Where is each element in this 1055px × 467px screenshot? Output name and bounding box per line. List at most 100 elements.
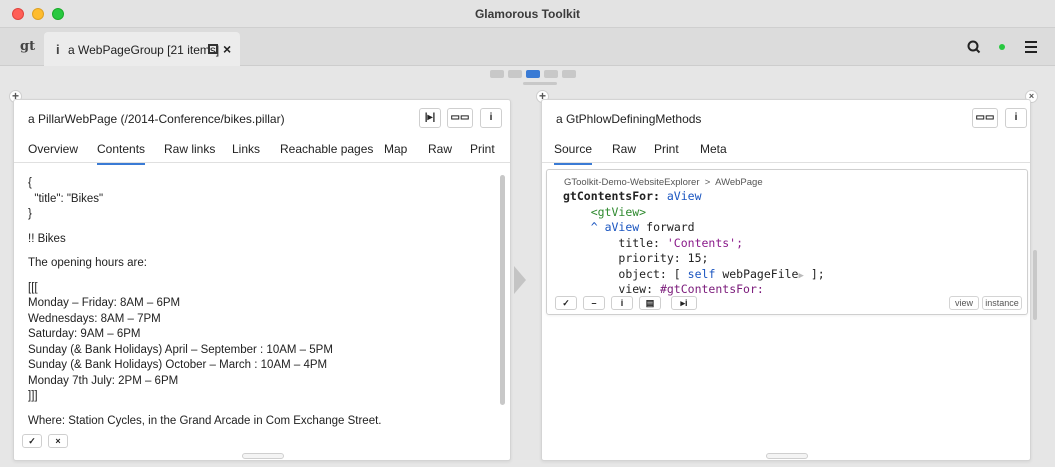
tab-links[interactable]: Links (232, 142, 260, 156)
code-token: ]; (810, 266, 825, 281)
text-line: Wednesdays: 8AM – 7PM (28, 312, 161, 325)
right-pane-tabs: Source Raw Print Meta (542, 135, 1030, 165)
method-breadcrumb[interactable]: GToolkit-Demo-WebsiteExplorer > AWebPage (564, 177, 763, 188)
code-token: forward (646, 220, 695, 234)
text-line: Sunday (& Bank Holidays) April – Septemb… (28, 343, 333, 356)
code-token: ^ (590, 220, 598, 234)
code-token: #gtContentsFor: (659, 282, 764, 296)
text-line: { (28, 177, 32, 189)
tab-meta[interactable]: Meta (700, 142, 727, 156)
left-pane-tabs: Overview Contents Raw links Links Reacha… (14, 135, 510, 165)
right-pane-scrollbar[interactable] (1033, 250, 1037, 320)
code-token: priority: (618, 251, 681, 265)
right-pane-title: a GtPhlowDefiningMethods (556, 112, 702, 126)
text-line: Saturday: 9AM – 6PM (28, 328, 141, 340)
text-line (28, 405, 488, 414)
tab-source[interactable]: Source (554, 142, 593, 165)
code-token: self (687, 266, 716, 281)
text-line: ]]] (28, 390, 38, 402)
status-indicator (999, 44, 1005, 50)
accept-button[interactable]: ✓ (22, 434, 42, 448)
instance-tag[interactable]: instance (982, 296, 1022, 310)
text-line: "title": "Bikes" (28, 192, 104, 205)
text-line: Monday 7th July: 2PM – 6PM (28, 374, 179, 387)
tab-overview[interactable]: Overview (28, 142, 78, 156)
search-icon[interactable] (966, 39, 982, 55)
tab-raw-links[interactable]: Raw links (164, 142, 215, 156)
gt-logo: gt (20, 39, 36, 54)
run-inspect-button[interactable]: ▸i (671, 296, 697, 310)
save-method-button[interactable]: ✓ (555, 296, 577, 310)
right-inspector-pane: a GtPhlowDefiningMethods ▭▭ i Source Raw… (541, 99, 1031, 461)
inspect-method-button[interactable]: i (611, 296, 633, 310)
inspect-button[interactable]: i (1005, 108, 1027, 128)
code-line: priority: 15; (563, 251, 825, 267)
code-token: aView (604, 220, 640, 234)
browse-button[interactable]: ▭▭ (447, 108, 473, 128)
code-token: view: (618, 282, 654, 296)
tab-label: a WebPageGroup [21 items] (68, 43, 220, 57)
tab-contents[interactable]: Contents (97, 142, 146, 165)
text-line (28, 272, 488, 281)
pager-scroll-bar[interactable] (523, 82, 557, 85)
text-line: Monday – Friday: 8AM – 6PM (28, 297, 181, 309)
code-line: <gtView> (563, 205, 825, 221)
pane-expand-arrow-icon[interactable] (514, 266, 526, 294)
code-token: 'Contents'; (666, 235, 744, 250)
text-line: The opening hours are: (28, 257, 147, 269)
code-token: 15; (687, 251, 709, 265)
code-token: webPageFile (722, 266, 799, 281)
pager-dot-2[interactable] (508, 70, 522, 78)
code-line: ^ aView forward (563, 220, 825, 236)
expand-caret-icon[interactable]: ▶ (798, 271, 803, 281)
menu-icon[interactable] (1025, 41, 1037, 53)
browse-class-button[interactable]: ▤ (639, 296, 661, 310)
code-line: title: 'Contents'; (563, 236, 825, 252)
code-token: title: (618, 235, 660, 250)
left-pane-resize-handle[interactable] (242, 453, 284, 459)
inspect-button[interactable]: i (480, 108, 502, 128)
cancel-button[interactable]: × (48, 434, 68, 448)
contents-text-editor[interactable]: { "title": "Bikes" } !! Bikes The openin… (28, 176, 488, 429)
left-pane-scrollbar[interactable] (500, 175, 505, 405)
text-line: } (28, 208, 32, 220)
code-token: [ (673, 266, 681, 281)
pager-dot-1[interactable] (490, 70, 504, 78)
tab-webpage-group[interactable]: i a WebPageGroup [21 items] × (44, 32, 240, 66)
window-titlebar: Glamorous Toolkit (0, 0, 1055, 28)
pager-dot-4[interactable] (544, 70, 558, 78)
tab-print[interactable]: Print (654, 142, 679, 156)
code-token: aView (666, 189, 702, 203)
text-line (28, 223, 488, 232)
method-source-editor[interactable]: GToolkit-Demo-WebsiteExplorer > AWebPage… (546, 169, 1028, 315)
play-inspect-button[interactable]: |▸| (419, 108, 441, 128)
close-tab-icon[interactable]: × (223, 41, 231, 57)
text-line: Sunday (& Bank Holidays) October – March… (28, 359, 328, 371)
code-token: object: (618, 266, 667, 281)
source-code[interactable]: gtContentsFor: aView <gtView> ^ aView fo… (563, 189, 825, 298)
tab-raw[interactable]: Raw (612, 142, 636, 156)
browse-button[interactable]: ▭▭ (972, 108, 998, 128)
text-line: Where: Station Cycles, in the Grand Arca… (28, 414, 382, 427)
pager-dot-3[interactable] (526, 70, 540, 78)
tab-reachable-pages[interactable]: Reachable pages (280, 142, 373, 156)
code-line: gtContentsFor: aView (563, 189, 825, 205)
tab-raw[interactable]: Raw (428, 142, 452, 156)
maximize-tab-icon[interactable] (208, 44, 218, 54)
text-line (28, 247, 488, 256)
right-pane-resize-handle[interactable] (766, 453, 808, 459)
left-pane-title: a PillarWebPage (/2014-Conference/bikes.… (28, 112, 285, 126)
tab-print[interactable]: Print (470, 142, 495, 156)
tab-bar: gt i a WebPageGroup [21 items] × (0, 28, 1055, 66)
left-inspector-pane: a PillarWebPage (/2014-Conference/bikes.… (13, 99, 511, 461)
text-line: [[[ (28, 281, 38, 294)
tab-map[interactable]: Map (384, 142, 407, 156)
text-line: !! Bikes (28, 232, 66, 245)
inspector-icon: i (56, 42, 60, 57)
window-title: Glamorous Toolkit (474, 7, 581, 21)
code-line: object: [ self webPageFile▶ ]; (563, 266, 825, 283)
view-tag[interactable]: view (949, 296, 979, 310)
remove-button[interactable]: – (583, 296, 605, 310)
pager-dot-5[interactable] (562, 70, 576, 78)
code-token: <gtView> (590, 204, 647, 219)
